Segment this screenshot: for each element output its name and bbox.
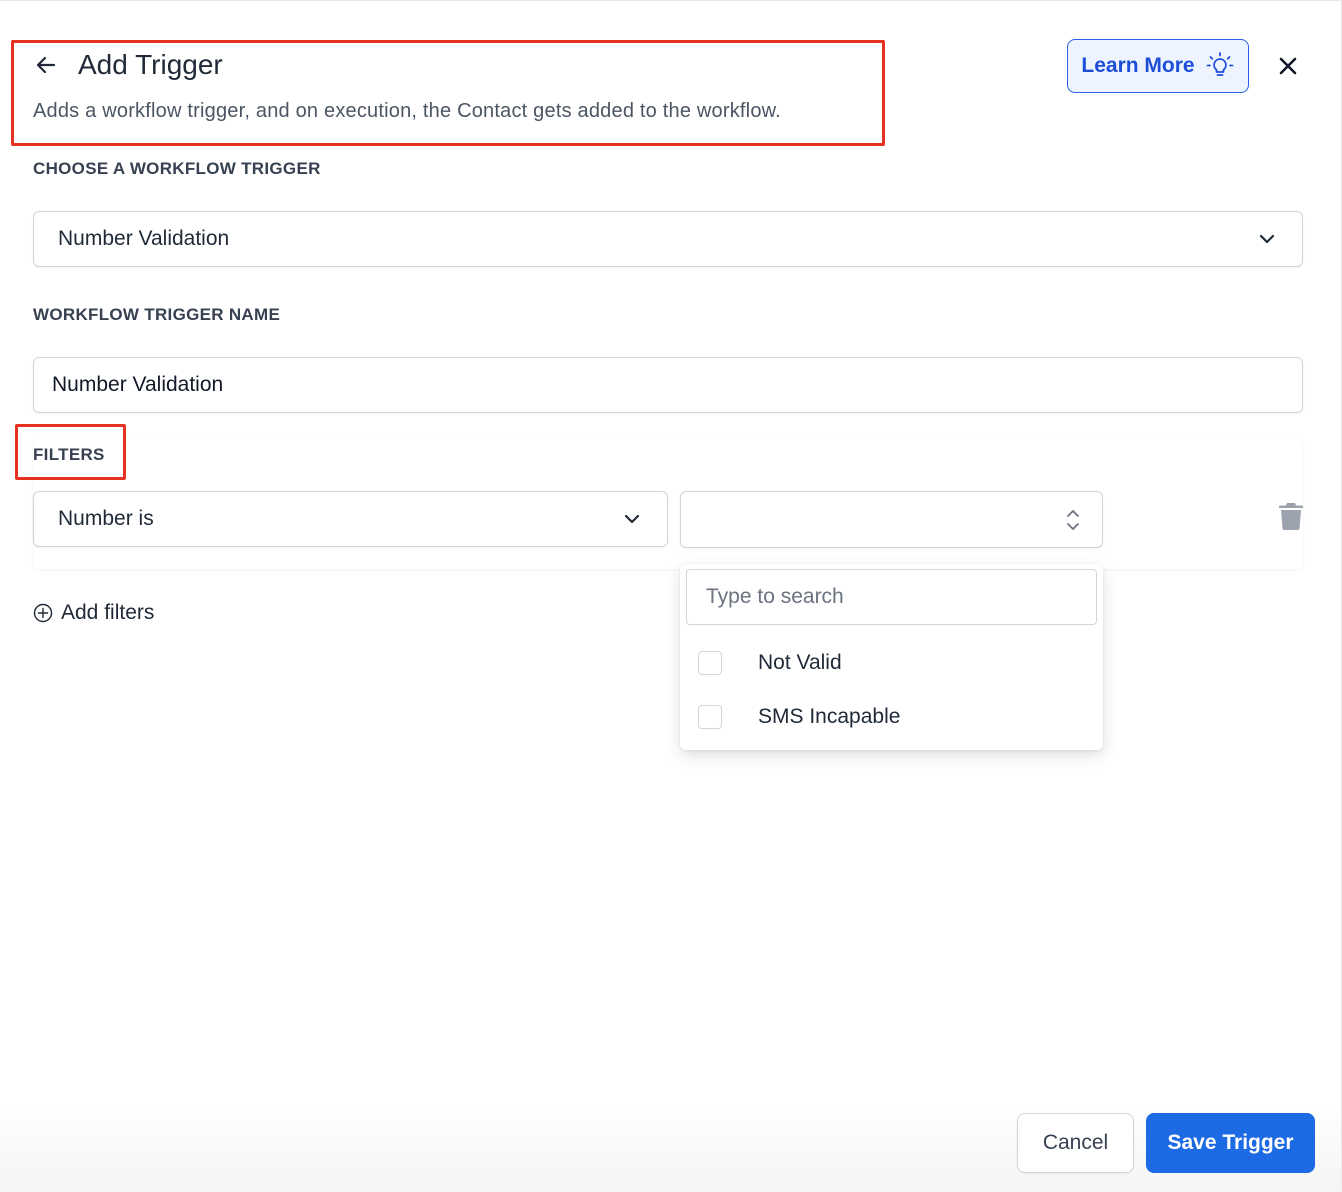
- cancel-button[interactable]: Cancel: [1017, 1113, 1134, 1173]
- footer-shade: [0, 1101, 1342, 1192]
- option-label: SMS Incapable: [758, 705, 901, 728]
- trigger-section-label: CHOOSE A WORKFLOW TRIGGER: [33, 159, 321, 178]
- page-title: Add Trigger: [78, 49, 223, 80]
- page-subtitle: Adds a workflow trigger, and on executio…: [33, 100, 781, 122]
- option-label: Not Valid: [758, 651, 842, 674]
- learn-more-label: Learn More: [1081, 54, 1195, 77]
- chevron-down-icon: [624, 514, 640, 524]
- dropdown-option-sms-incapable[interactable]: SMS Incapable: [698, 702, 900, 732]
- filter-value-dropdown: Not Valid SMS Incapable: [680, 564, 1103, 750]
- option-checkbox[interactable]: [698, 705, 722, 729]
- close-icon[interactable]: [1274, 52, 1302, 80]
- dropdown-option-not-valid[interactable]: Not Valid: [698, 648, 842, 678]
- chevron-down-icon: [1259, 234, 1275, 244]
- filter-field-value: Number is: [58, 507, 154, 530]
- learn-more-button[interactable]: Learn More: [1067, 39, 1249, 93]
- option-checkbox[interactable]: [698, 651, 722, 675]
- filters-label: FILTERS: [33, 445, 105, 464]
- trash-icon[interactable]: [1277, 501, 1305, 531]
- filter-value-select[interactable]: [680, 491, 1103, 548]
- add-filters-label: Add filters: [61, 601, 155, 624]
- trigger-name-label: WORKFLOW TRIGGER NAME: [33, 305, 281, 324]
- arrow-left-icon[interactable]: [32, 51, 60, 79]
- add-filters-button[interactable]: Add filters: [33, 601, 154, 625]
- trigger-select-value: Number Validation: [58, 227, 230, 250]
- trigger-select[interactable]: Number Validation: [33, 211, 1303, 267]
- save-trigger-button[interactable]: Save Trigger: [1146, 1113, 1315, 1173]
- lightbulb-icon: [1206, 52, 1233, 76]
- chevron-updown-icon: [1067, 510, 1079, 530]
- trigger-name-input[interactable]: [33, 357, 1303, 413]
- filter-field-select[interactable]: Number is: [33, 491, 668, 547]
- plus-circle-icon: [33, 603, 53, 623]
- dropdown-search-input[interactable]: [686, 569, 1097, 625]
- add-trigger-panel: Add Trigger Adds a workflow trigger, and…: [0, 0, 1342, 1192]
